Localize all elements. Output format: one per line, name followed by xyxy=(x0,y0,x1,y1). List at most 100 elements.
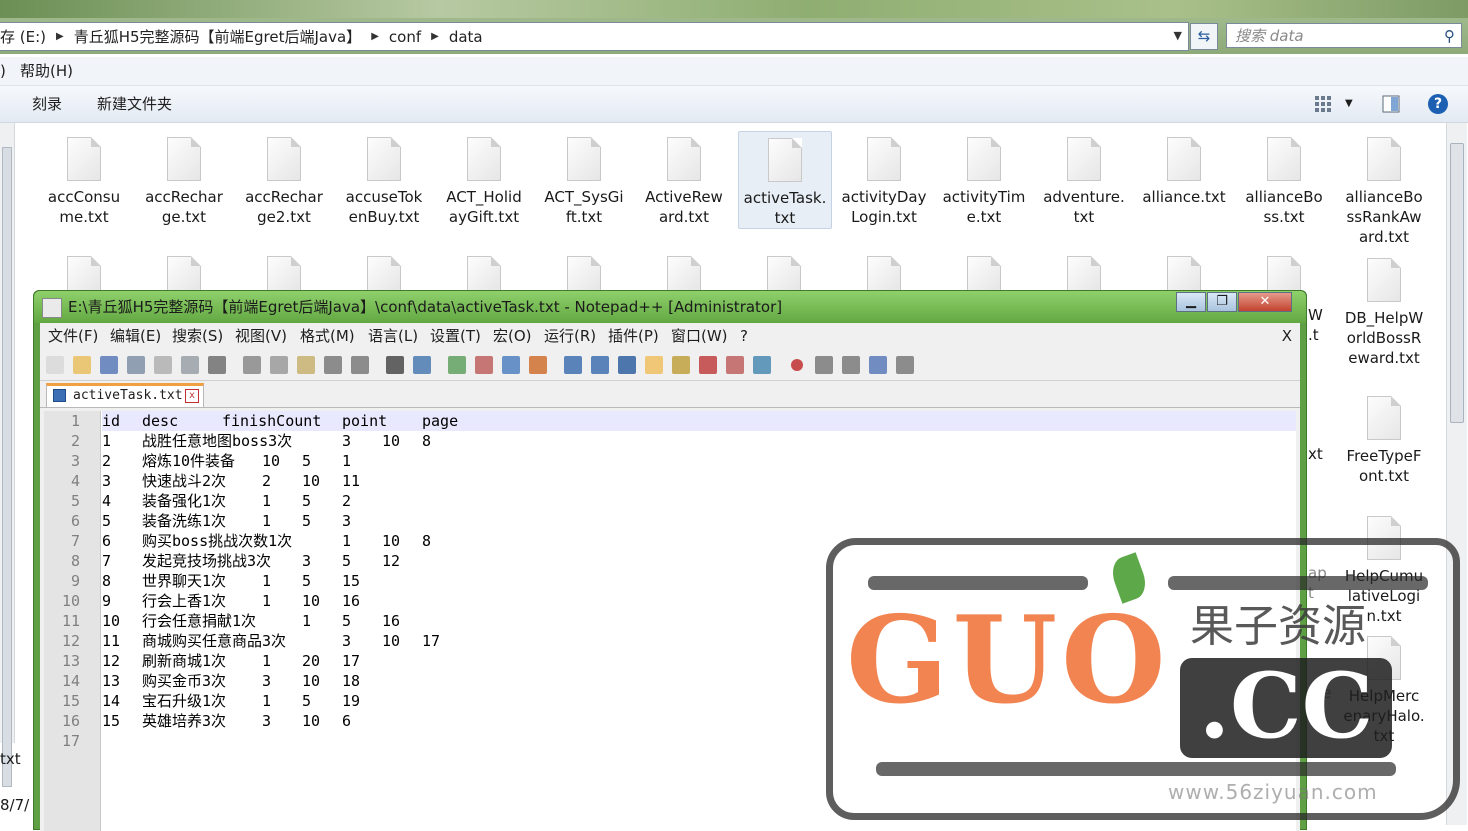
file-db-helpworld[interactable]: DB_HelpW orldBossR eward.txt xyxy=(1338,252,1430,368)
preview-pane-icon[interactable] xyxy=(1382,95,1400,113)
code-line[interactable]: 2 熔炼10件装备 10 5 1 xyxy=(102,451,1296,471)
run-macro-icon[interactable] xyxy=(869,356,887,374)
undo-icon[interactable] xyxy=(324,356,342,374)
new-file-icon[interactable] xyxy=(46,356,64,374)
menu-file[interactable]: 文件(F) xyxy=(48,323,98,350)
file-item[interactable]: alliance.txt xyxy=(1138,131,1230,207)
file-item[interactable]: accRechar ge.txt xyxy=(138,131,230,227)
replace-icon[interactable] xyxy=(413,356,431,374)
menu-item-help[interactable]: 帮助(H) xyxy=(20,57,73,85)
file-item[interactable]: accuseTok enBuy.txt xyxy=(338,131,430,227)
file-helpcumulativelogin[interactable]: HelpCumu lativeLogi n.txt xyxy=(1338,510,1430,626)
menu-item-partial[interactable]: ) xyxy=(0,57,6,85)
partial-filename[interactable]: ap xyxy=(1308,564,1327,582)
zoom-out-icon[interactable] xyxy=(475,356,493,374)
dropdown-arrow-icon[interactable]: ▼ xyxy=(1174,29,1182,42)
text-file-icon[interactable] xyxy=(1067,256,1101,292)
minimize-button[interactable]: ▁ xyxy=(1176,292,1206,312)
copy-icon[interactable] xyxy=(270,356,288,374)
breadcrumb-conf[interactable]: conf xyxy=(389,28,421,46)
code-line[interactable]: 7 发起竞技场挑战3次 3 5 12 xyxy=(102,551,1296,571)
menu-edit[interactable]: 编辑(E) xyxy=(110,323,161,350)
file-item[interactable]: allianceBo ss.txt xyxy=(1238,131,1330,227)
search-input[interactable]: 搜索 data ⚲ xyxy=(1226,23,1462,48)
redo-icon[interactable] xyxy=(351,356,369,374)
file-item[interactable]: activeTask. txt xyxy=(738,131,832,229)
print-icon[interactable] xyxy=(208,356,226,374)
text-file-icon[interactable] xyxy=(967,256,1001,292)
text-file-icon[interactable] xyxy=(667,256,701,292)
partial-filename[interactable]: xt xyxy=(1308,445,1323,463)
menu-format[interactable]: 格式(M) xyxy=(300,323,355,350)
partial-filename[interactable]: t xyxy=(1308,584,1314,602)
menu-window[interactable]: 窗口(W) xyxy=(671,323,728,350)
file-item[interactable]: allianceBo ssRankAw ard.txt xyxy=(1338,131,1430,247)
code-line-empty[interactable] xyxy=(102,731,1296,751)
close-all-icon[interactable] xyxy=(181,356,199,374)
menu-view[interactable]: 视图(V) xyxy=(235,323,287,350)
close-icon[interactable] xyxy=(154,356,172,374)
refresh-button[interactable]: ⇆ xyxy=(1190,23,1218,50)
view-dropdown-icon[interactable]: ▼ xyxy=(1345,86,1353,122)
save-icon[interactable] xyxy=(100,356,118,374)
text-file-icon[interactable] xyxy=(467,256,501,292)
breadcrumb-data[interactable]: data xyxy=(449,28,483,46)
open-file-icon[interactable] xyxy=(73,356,91,374)
code-line[interactable]: 11 商城购买任意商品3次 3 10 17 xyxy=(102,631,1296,651)
help-icon[interactable]: ? xyxy=(1428,94,1448,114)
close-window-button[interactable]: ✕ xyxy=(1238,292,1292,312)
partial-filename[interactable]: W xyxy=(1308,306,1323,324)
code-line[interactable]: 12 刷新商城1次 1 20 17 xyxy=(102,651,1296,671)
indent-guide-icon[interactable] xyxy=(618,356,636,374)
code-line[interactable]: 14 宝石升级1次 1 5 19 xyxy=(102,691,1296,711)
menu-language[interactable]: 语言(L) xyxy=(368,323,418,350)
tab-activetask[interactable]: activeTask.txt x xyxy=(46,383,204,407)
monitor-icon[interactable] xyxy=(753,356,771,374)
menu-help[interactable]: ? xyxy=(740,323,748,350)
play-macro-icon[interactable] xyxy=(842,356,860,374)
text-file-icon[interactable] xyxy=(767,256,801,292)
file-item[interactable]: adventure. txt xyxy=(1038,131,1130,227)
show-all-chars-icon[interactable] xyxy=(591,356,609,374)
text-file-icon[interactable] xyxy=(267,256,301,292)
find-icon[interactable] xyxy=(386,356,404,374)
file-item[interactable]: activityDay Login.txt xyxy=(838,131,930,227)
code-line[interactable]: 9 行会上香1次 1 10 16 xyxy=(102,591,1296,611)
stop-macro-icon[interactable] xyxy=(815,356,833,374)
file-pane-scrollbar[interactable] xyxy=(1446,123,1467,825)
breadcrumb-drive[interactable]: 存 (E:) xyxy=(0,26,46,47)
partial-filename[interactable]: rce xyxy=(1308,684,1331,702)
file-item[interactable]: ACT_SysGi ft.txt xyxy=(538,131,630,227)
folder-workspace-icon[interactable] xyxy=(726,356,744,374)
address-bar[interactable]: 存 (E:) ▶ 青丘狐H5完整源码【前端Egret后端Java】 ▶ conf… xyxy=(0,22,1189,51)
partial-filename[interactable]: .t xyxy=(1308,326,1319,344)
editor-content[interactable]: id desc finishCount point page 1 战胜任意地图boss3次 3… xyxy=(102,411,1296,751)
notepadpp-titlebar[interactable]: E:\青丘狐H5完整源码【前端Egret后端Java】\conf\data\ac… xyxy=(34,291,1306,323)
menu-run[interactable]: 运行(R) xyxy=(544,323,596,350)
text-file-icon[interactable] xyxy=(67,256,101,292)
zoom-in-icon[interactable] xyxy=(448,356,466,374)
text-file-icon[interactable] xyxy=(367,256,401,292)
menu-plugins[interactable]: 插件(P) xyxy=(608,323,659,350)
file-item[interactable]: activityTim e.txt xyxy=(938,131,1030,227)
text-file-icon[interactable] xyxy=(867,256,901,292)
text-file-icon[interactable] xyxy=(567,256,601,292)
file-item[interactable]: ActiveRew ard.txt xyxy=(638,131,730,227)
code-line[interactable]: 10 行会任意捐献1次 1 5 16 xyxy=(102,611,1296,631)
file-item[interactable]: accRechar ge2.txt xyxy=(238,131,330,227)
partial-left-filename[interactable]: txt xyxy=(0,750,21,768)
nav-pane-scrollbar[interactable] xyxy=(0,123,15,787)
chevron-right-icon[interactable]: ▶ xyxy=(371,31,379,42)
file-item[interactable]: accConsu me.txt xyxy=(38,131,130,227)
code-line[interactable]: 15 英雄培养3次 3 10 6 xyxy=(102,711,1296,731)
tab-close-icon[interactable]: x xyxy=(185,389,199,403)
code-line[interactable]: 6 购买boss挑战次数1次 1 10 8 xyxy=(102,531,1296,551)
text-editor[interactable]: 1 2 3 4 5 6 7 8 9 10 11 12 13 14 15 16 17 id desc finishCo… xyxy=(44,411,1296,831)
word-wrap-icon[interactable] xyxy=(564,356,582,374)
text-file-icon[interactable] xyxy=(167,256,201,292)
burn-button[interactable]: 刻录 xyxy=(32,86,62,122)
file-freetype[interactable]: FreeTypeF ont.txt xyxy=(1338,390,1430,486)
record-macro-icon[interactable] xyxy=(791,359,803,371)
text-file-icon[interactable] xyxy=(1167,256,1201,292)
file-item[interactable]: ACT_Holid ayGift.txt xyxy=(438,131,530,227)
